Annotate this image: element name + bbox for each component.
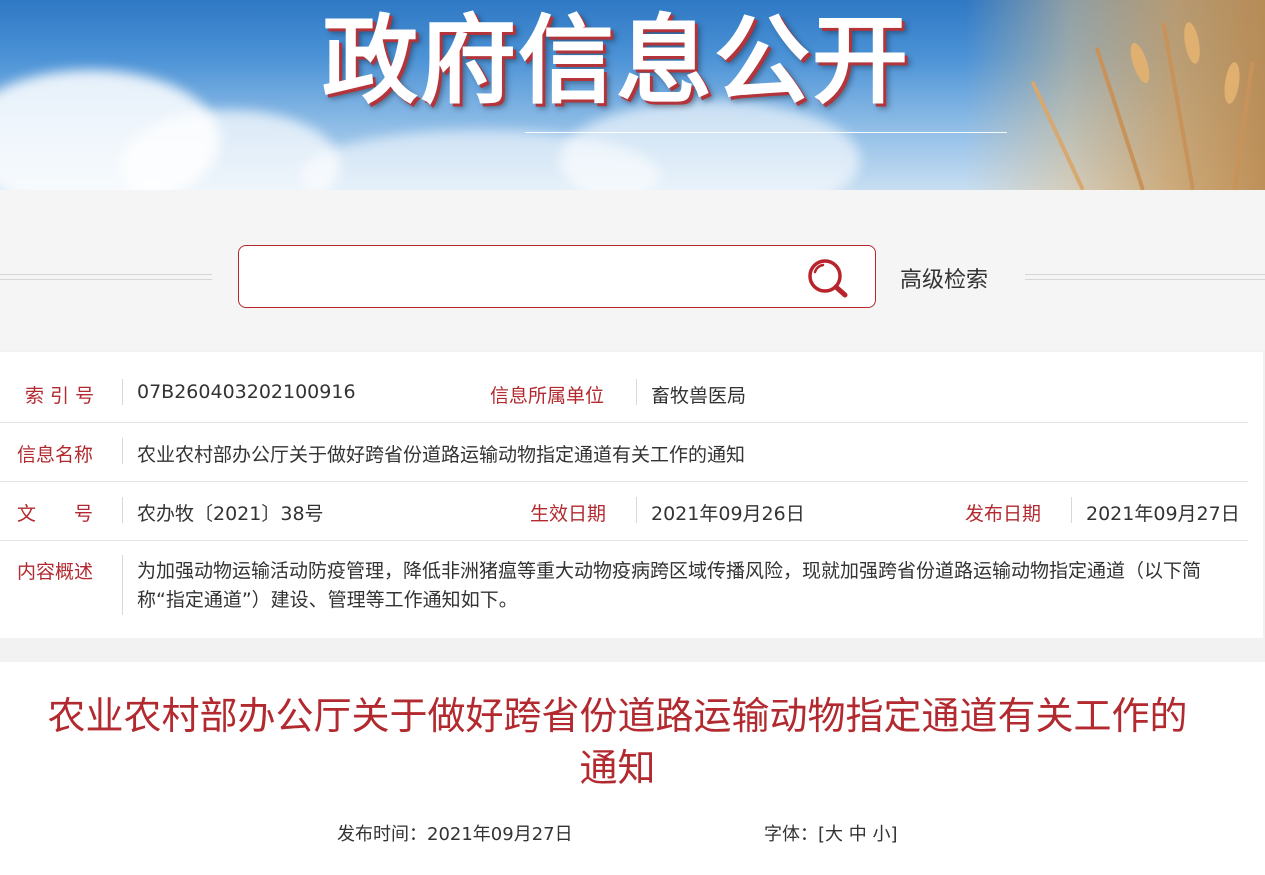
effective-date-label: 生效日期 — [530, 503, 607, 525]
banner-wheat-image — [965, 0, 1265, 190]
decorative-line-left — [0, 274, 212, 280]
publish-time: 发布时间：2021年09月27日 — [337, 820, 573, 846]
effective-date-value: 2021年09月26日 — [651, 503, 805, 525]
publish-date-value: 2021年09月27日 — [1086, 503, 1240, 525]
banner-divider — [525, 132, 1007, 133]
search-area: 高级检索 — [0, 190, 1265, 350]
name-label: 信息名称 — [17, 444, 94, 466]
summary-value: 为加强动物运输活动防疫管理，降低非洲猪瘟等重大动物疫病跨区域传播风险，现就加强跨… — [137, 560, 1202, 611]
article-title: 农业农村部办公厅关于做好跨省份道路运输动物指定通道有关工作的通知 — [47, 694, 1188, 790]
font-bracket-open: [ — [818, 824, 826, 845]
article: 农业农村部办公厅关于做好跨省份道路运输动物指定通道有关工作的通知 发布时间：20… — [0, 662, 1265, 875]
name-value: 农业农村部办公厅关于做好跨省份道路运输动物指定通道有关工作的通知 — [137, 444, 746, 466]
publish-date-label: 发布日期 — [965, 503, 1042, 525]
publish-time-value: 2021年09月27日 — [427, 824, 573, 845]
unit-label: 信息所属单位 — [490, 385, 605, 407]
search-input[interactable] — [249, 254, 793, 301]
banner-title: 政府信息公开 — [322, 5, 910, 117]
info-table: 索 引 号 07B260403202100916 信息所属单位 畜牧兽医局 信息… — [0, 352, 1263, 638]
index-value: 07B260403202100916 — [137, 381, 356, 403]
info-row-docno: 文 号 农办牧〔2021〕38号 生效日期 2021年09月26日 发布日期 2… — [0, 482, 1248, 541]
info-row-index: 索 引 号 07B260403202100916 信息所属单位 畜牧兽医局 — [0, 352, 1248, 423]
banner: 政府信息公开 — [0, 0, 1265, 190]
font-size-label: 字体： — [764, 824, 818, 845]
info-row-summary: 内容概述 为加强动物运输活动防疫管理，降低非洲猪瘟等重大动物疫病跨区域传播风险，… — [0, 541, 1248, 637]
font-size-selector: 字体：[大 中 小] — [764, 820, 898, 846]
info-row-name: 信息名称 农业农村部办公厅关于做好跨省份道路运输动物指定通道有关工作的通知 — [0, 423, 1248, 482]
unit-value: 畜牧兽医局 — [651, 385, 747, 407]
index-label: 索 引 号 — [25, 385, 95, 407]
font-large-option[interactable]: 大 — [825, 824, 843, 845]
decorative-line-right — [1025, 274, 1265, 280]
doc-no-label: 文 号 — [17, 503, 94, 525]
font-small-option[interactable]: 小 — [873, 824, 891, 845]
font-bracket-close: ] — [890, 824, 898, 845]
advanced-search-link[interactable]: 高级检索 — [900, 262, 988, 294]
publish-time-label: 发布时间： — [337, 824, 427, 845]
search-box — [238, 245, 876, 308]
summary-label: 内容概述 — [17, 561, 94, 583]
search-icon[interactable] — [805, 258, 853, 298]
font-medium-option[interactable]: 中 — [849, 824, 867, 845]
doc-no-value: 农办牧〔2021〕38号 — [137, 503, 324, 525]
